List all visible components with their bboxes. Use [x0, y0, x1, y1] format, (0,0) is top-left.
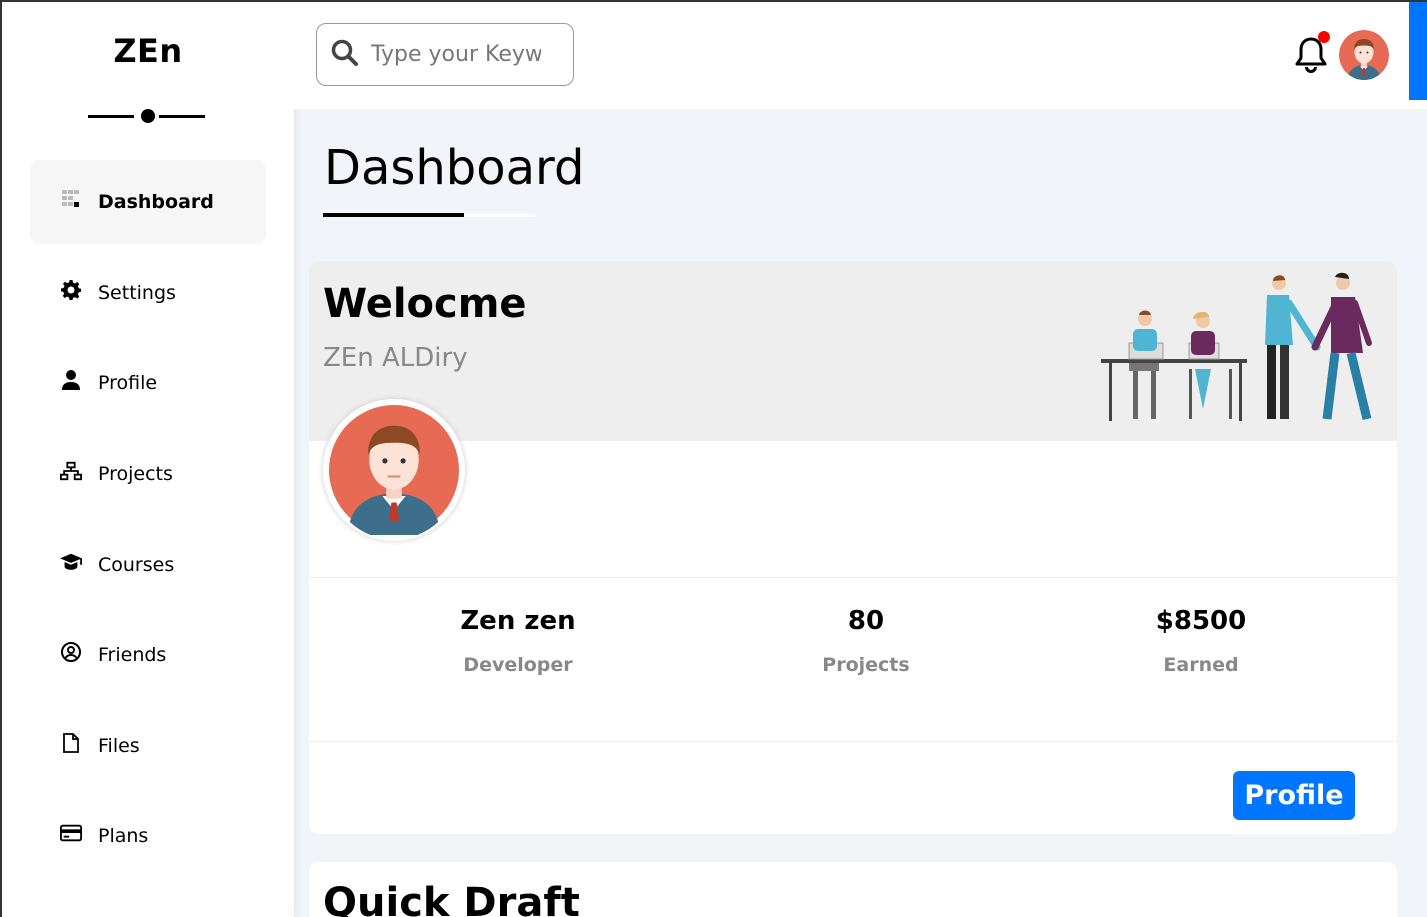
- brand-divider-left: [88, 115, 134, 118]
- sidebar-item-settings[interactable]: Settings: [30, 251, 266, 335]
- sidebar-item-profile[interactable]: Profile: [30, 341, 266, 425]
- team-illustration: [1099, 271, 1389, 431]
- sitemap-icon: [60, 460, 82, 482]
- scrollbar-thumb[interactable]: [1409, 2, 1427, 100]
- file-icon: [60, 732, 82, 754]
- stat-developer: Zen zen Developer: [398, 606, 638, 676]
- gear-icon: [60, 279, 82, 301]
- sidebar-item-plans[interactable]: Plans: [30, 794, 266, 878]
- sidebar-item-label: Settings: [98, 282, 176, 304]
- search-box[interactable]: [316, 23, 574, 86]
- welcome-title: Welocme: [323, 281, 527, 327]
- sidebar-item-label: Courses: [98, 554, 175, 576]
- profile-button[interactable]: Profile: [1233, 771, 1355, 820]
- stat-label: Projects: [822, 654, 910, 676]
- brand-logo: ZEn: [113, 32, 183, 70]
- sidebar-item-label: Projects: [98, 463, 173, 485]
- stat-value: 80: [847, 606, 885, 636]
- stat-label: Developer: [463, 654, 573, 676]
- sidebar-item-courses[interactable]: Courses: [30, 523, 266, 607]
- sidebar-item-label: Plans: [98, 825, 149, 847]
- sidebar-item-label: Dashboard: [98, 191, 214, 213]
- profile-avatar: [323, 399, 465, 541]
- search-icon: [331, 39, 359, 71]
- stat-value: $8500: [1155, 606, 1247, 636]
- quick-draft-card: Quick Draft: [309, 862, 1397, 917]
- dashboard-grid-icon: [60, 188, 82, 210]
- stat-value: Zen zen: [460, 606, 576, 636]
- top-header: [294, 2, 1427, 109]
- credit-card-icon: [60, 822, 82, 844]
- welcome-card: Welocme ZEn ALDiry Zen zen Developer 80 …: [309, 261, 1397, 834]
- search-input[interactable]: [371, 42, 541, 67]
- user-circle-icon: [60, 641, 82, 663]
- sidebar: ZEn Dashboard Settings Profile Projects …: [2, 2, 294, 917]
- sidebar-item-label: Files: [98, 735, 140, 757]
- sidebar-item-files[interactable]: Files: [30, 704, 266, 788]
- notification-badge: [1318, 31, 1330, 43]
- brand-divider-dot: [141, 109, 155, 123]
- title-underline-accent: [464, 214, 535, 217]
- app-window: ZEn Dashboard Settings Profile Projects …: [0, 0, 1427, 917]
- sidebar-item-dashboard[interactable]: Dashboard: [30, 160, 266, 244]
- stat-projects: 80 Projects: [746, 606, 986, 676]
- quick-draft-title: Quick Draft: [323, 880, 580, 917]
- card-divider: [309, 577, 1397, 578]
- user-icon: [60, 369, 82, 391]
- graduation-cap-icon: [60, 551, 82, 573]
- brand-divider-right: [159, 115, 205, 118]
- sidebar-item-friends[interactable]: Friends: [30, 613, 266, 697]
- stat-earned: $8500 Earned: [1081, 606, 1321, 676]
- avatar[interactable]: [1339, 30, 1389, 80]
- card-divider: [309, 741, 1397, 742]
- sidebar-item-projects[interactable]: Projects: [30, 432, 266, 516]
- title-underline: [323, 213, 464, 217]
- sidebar-item-label: Friends: [98, 644, 167, 666]
- sidebar-item-label: Profile: [98, 372, 158, 394]
- stat-label: Earned: [1163, 654, 1239, 676]
- welcome-user-name: ZEn ALDiry: [323, 343, 468, 373]
- page-title: Dashboard: [324, 140, 585, 196]
